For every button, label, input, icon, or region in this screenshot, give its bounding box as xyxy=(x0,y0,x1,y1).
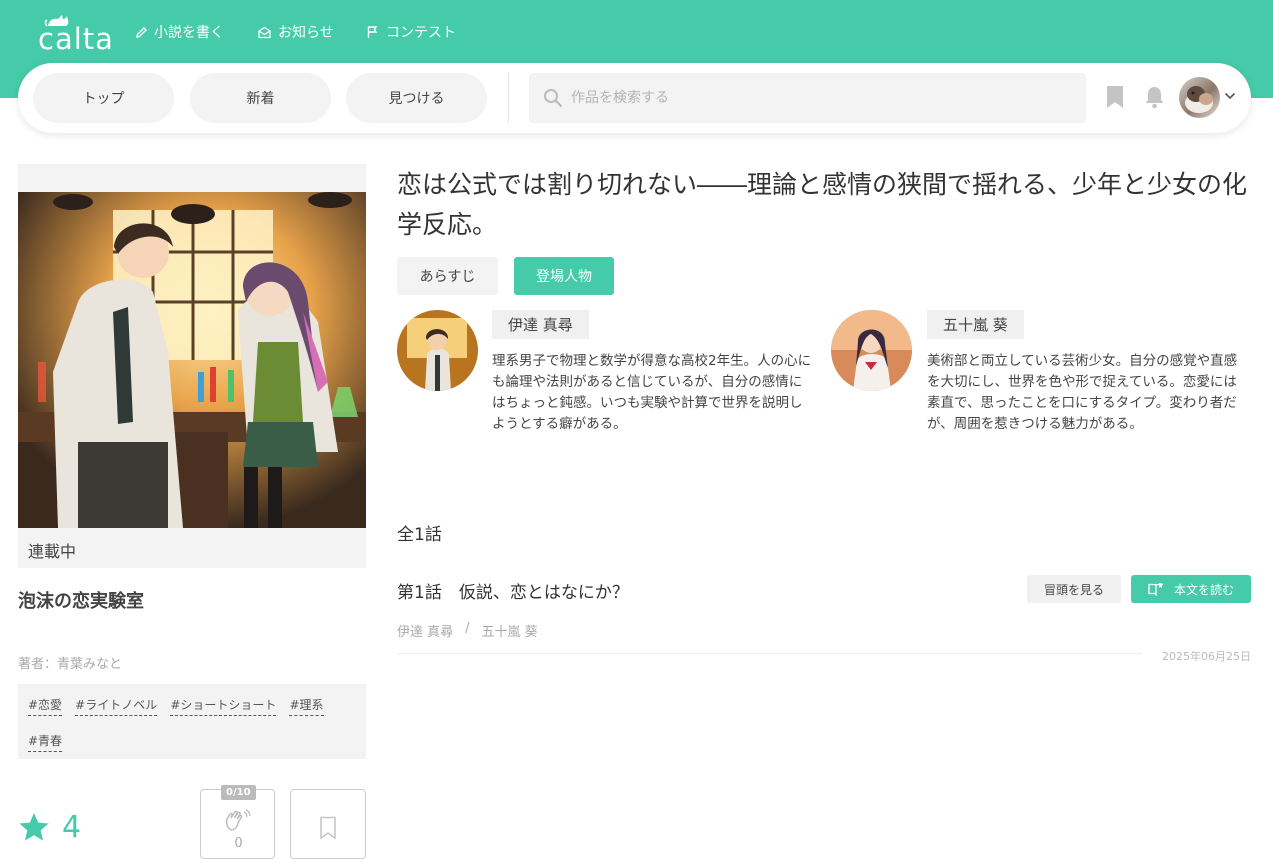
episode-title[interactable]: 第1話 仮説、恋とはなにか？ xyxy=(397,578,629,603)
bell-icon[interactable] xyxy=(1144,85,1165,109)
status-badge: 連載中 xyxy=(28,542,77,561)
calta-logo[interactable]: calta xyxy=(38,12,113,56)
avatar[interactable] xyxy=(1179,77,1220,118)
tab-characters[interactable]: 登場人物 xyxy=(514,257,614,295)
tag-list: #恋愛 #ライトノベル #ショートショート #理系 #青春 xyxy=(18,684,366,759)
star-icon xyxy=(19,813,49,841)
envelope-icon xyxy=(258,26,271,38)
pill-top[interactable]: トップ xyxy=(33,73,174,123)
episode-character-2[interactable]: 五十嵐 葵 xyxy=(482,621,538,640)
tag-item[interactable]: #青春 xyxy=(28,732,63,752)
cover-illustration xyxy=(18,192,366,528)
bookmark-icon[interactable] xyxy=(1106,85,1124,109)
main-navbar: トップ 新着 見つける xyxy=(18,63,1251,133)
tag-item[interactable]: #恋愛 xyxy=(28,696,63,716)
episode-divider xyxy=(397,653,1142,654)
tag-item[interactable]: #ショートショート xyxy=(170,696,277,716)
tag-item[interactable]: #理系 xyxy=(289,696,324,716)
pencil-icon xyxy=(136,26,147,38)
nav-write-novel-label: 小説を書く xyxy=(154,25,224,41)
rating-value: 4 xyxy=(62,810,82,845)
clap-limit-badge: 0/10 xyxy=(221,785,256,800)
character-description-1: 理系男子で物理と数学が得意な高校2年生。人の心にも論理や法則があると信じているが… xyxy=(492,353,812,432)
clap-count: 0 xyxy=(234,836,243,851)
search-input[interactable] xyxy=(571,73,1071,123)
character-description-2: 美術部と両立している芸術少女。自分の感覚や直感を大切にし、世界を色や形で捉えてい… xyxy=(927,353,1238,432)
clap-hand-icon xyxy=(225,809,251,831)
nav-contest[interactable]: コンテスト xyxy=(366,22,456,42)
preview-button[interactable]: 冒頭を見る xyxy=(1027,575,1121,603)
pill-new[interactable]: 新着 xyxy=(190,73,331,123)
work-title: 泡沫の恋実験室 xyxy=(18,591,144,612)
flag-icon xyxy=(367,26,378,38)
navbar-divider xyxy=(508,73,509,123)
nav-notifications[interactable]: お知らせ xyxy=(257,22,334,42)
bookmark-outline-icon xyxy=(320,816,336,840)
avatar-image xyxy=(1185,86,1213,113)
nav-contest-label: コンテスト xyxy=(386,25,456,41)
logo-text: calta xyxy=(38,22,114,56)
nav-notifications-label: お知らせ xyxy=(278,25,334,41)
read-button[interactable]: 本文を読む xyxy=(1131,575,1251,603)
pill-discover[interactable]: 見つける xyxy=(346,73,487,123)
bookmark-button[interactable] xyxy=(290,789,366,859)
read-button-label: 本文を読む xyxy=(1173,582,1234,597)
episode-date: 2025年06月25日 xyxy=(1162,650,1251,663)
cover-card[interactable]: 連載中 xyxy=(18,164,366,568)
tag-item[interactable]: #ライトノベル xyxy=(75,696,158,716)
episode-character-separator: / xyxy=(465,621,470,636)
nav-write-novel[interactable]: 小説を書く xyxy=(135,22,224,42)
author-name[interactable]: 著者：青葉みなと xyxy=(18,653,122,672)
character-avatar-1 xyxy=(397,310,478,391)
character-avatar-2 xyxy=(831,310,912,391)
tab-synopsis[interactable]: あらすじ xyxy=(397,257,498,295)
episode-characters: 伊達 真尋 / 五十嵐 葵 xyxy=(397,621,538,640)
character-name-2: 五十嵐 葵 xyxy=(927,310,1024,339)
open-book-icon xyxy=(1148,583,1163,596)
work-headline: 恋は公式では割り切れない――理論と感情の狭間で揺れる、少年と少女の化学反応。 xyxy=(397,170,1248,239)
search-box[interactable] xyxy=(529,73,1086,123)
character-name-1: 伊達 真尋 xyxy=(492,310,589,339)
chevron-down-icon[interactable] xyxy=(1224,91,1236,101)
clap-button[interactable]: 0/10 0 xyxy=(200,785,275,859)
search-icon xyxy=(544,89,563,108)
episode-character-1[interactable]: 伊達 真尋 xyxy=(397,621,453,640)
episode-count: 全1話 xyxy=(397,525,442,545)
rating: 4 xyxy=(18,810,81,845)
